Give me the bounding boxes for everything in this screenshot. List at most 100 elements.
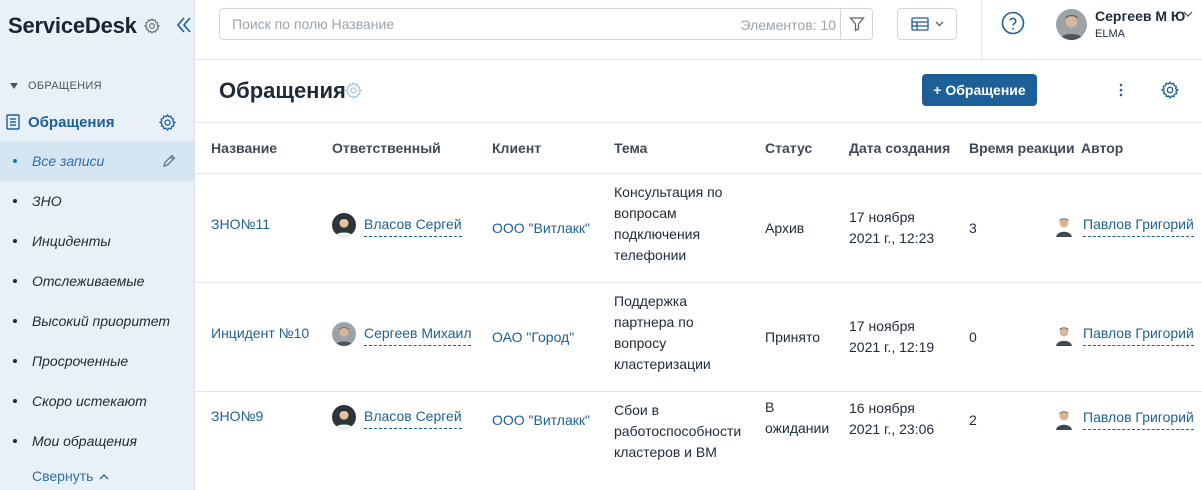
sidebar-item-label: Отслеживаемые bbox=[32, 273, 145, 289]
date-line: 2021 г., 23:06 bbox=[849, 421, 935, 437]
bullet bbox=[13, 239, 17, 243]
sidebar-item-label: Просроченные bbox=[32, 353, 129, 369]
request-name-link[interactable]: ЗНО№9 bbox=[211, 406, 263, 427]
table-header: Название Ответственный Клиент Тема Стату… bbox=[195, 122, 1202, 174]
user-name[interactable]: Сергеев М Ю bbox=[1095, 8, 1185, 24]
author-link[interactable]: Павлов Григорий bbox=[1083, 214, 1194, 237]
double-chevron-left-icon[interactable] bbox=[176, 15, 192, 35]
table-row[interactable]: Инцидент №10 Сергеев Михаил ОАО "Город" … bbox=[195, 283, 1202, 392]
page-title: Обращения bbox=[219, 78, 346, 103]
topic-line: вопросу bbox=[614, 335, 667, 351]
column-header-client[interactable]: Клиент bbox=[492, 140, 541, 156]
gear-icon[interactable] bbox=[1160, 80, 1180, 100]
topic-line: телефонии bbox=[614, 247, 687, 263]
topic-line: партнера по bbox=[614, 314, 694, 330]
bullet bbox=[13, 159, 17, 163]
date-line: 17 ноября bbox=[849, 209, 915, 225]
sidebar-item-all-records[interactable]: Все записи bbox=[0, 141, 194, 181]
avatar bbox=[1056, 411, 1072, 430]
chevron-down-icon bbox=[935, 21, 943, 27]
column-header-author[interactable]: Автор bbox=[1081, 140, 1123, 156]
column-header-reaction[interactable]: Время реакции bbox=[969, 140, 1075, 156]
help-icon[interactable] bbox=[1001, 11, 1025, 35]
table-row[interactable]: ЗНО№11 Власов Сергей ООО "Витлакк" Консу… bbox=[195, 174, 1202, 283]
created-date-cell: 17 ноября 2021 г., 12:23 bbox=[849, 207, 934, 249]
user-org: ELMA bbox=[1095, 28, 1125, 40]
request-name-link[interactable]: Инцидент №10 bbox=[211, 323, 309, 344]
author-link[interactable]: Павлов Григорий bbox=[1083, 407, 1194, 430]
reaction-time: 0 bbox=[969, 329, 977, 345]
topbar: Элементов: 10 Сергеев М Ю ELMA bbox=[195, 0, 1202, 60]
sidebar-item-label: ЗНО bbox=[32, 193, 62, 209]
caret-down-icon bbox=[10, 83, 18, 89]
sidebar-item-my-requests[interactable]: Мои обращения bbox=[0, 421, 194, 461]
brand-title: ServiceDesk bbox=[8, 13, 137, 38]
author-cell: Павлов Григорий bbox=[1053, 407, 1194, 430]
avatar bbox=[1056, 327, 1072, 346]
gear-icon[interactable] bbox=[344, 81, 363, 100]
column-header-status[interactable]: Статус bbox=[765, 140, 812, 156]
status-cell: Архив bbox=[765, 218, 804, 239]
topic-cell: Консультация по вопросам подключения тел… bbox=[614, 182, 722, 266]
collapse-link[interactable]: Свернуть bbox=[32, 468, 109, 484]
sidebar-submenu: Все записи ЗНО Инциденты Отслеживаемые В… bbox=[0, 141, 194, 461]
date-line: 16 ноября bbox=[849, 400, 915, 416]
avatar[interactable] bbox=[1056, 9, 1087, 40]
search-box: Элементов: 10 bbox=[219, 8, 873, 40]
chevron-down-icon[interactable] bbox=[1183, 11, 1193, 18]
assignee-link[interactable]: Сергеев Михаил bbox=[364, 323, 472, 346]
sidebar-item-tracked[interactable]: Отслеживаемые bbox=[0, 261, 194, 301]
bullet bbox=[13, 279, 17, 283]
search-input[interactable] bbox=[232, 16, 652, 32]
bullet bbox=[13, 439, 17, 443]
pencil-icon[interactable] bbox=[162, 154, 176, 168]
author-link[interactable]: Павлов Григорий bbox=[1083, 323, 1194, 346]
author-cell: Павлов Григорий bbox=[1053, 323, 1194, 346]
request-name-link[interactable]: ЗНО№11 bbox=[211, 214, 270, 235]
avatar bbox=[332, 213, 356, 237]
assignee-link[interactable]: Власов Сергей bbox=[364, 214, 462, 237]
client-link[interactable]: ОАО "Город" bbox=[492, 327, 574, 348]
table-row[interactable]: ЗНО№9 Власов Сергей ООО "Витлакк" Сбои в… bbox=[195, 392, 1202, 490]
gear-icon[interactable] bbox=[143, 17, 161, 35]
brand: ServiceDesk bbox=[8, 13, 161, 39]
avatar bbox=[1056, 218, 1072, 237]
bullet bbox=[13, 359, 17, 363]
status-text: Принято bbox=[765, 329, 821, 345]
gear-icon[interactable] bbox=[158, 113, 177, 132]
date-line: 17 ноября bbox=[849, 318, 915, 334]
view-switch-button[interactable] bbox=[897, 8, 957, 40]
client-link[interactable]: ООО "Витлакк" bbox=[492, 410, 590, 431]
column-header-name[interactable]: Название bbox=[211, 140, 277, 156]
topic-line: Поддержка bbox=[614, 293, 688, 309]
client-link[interactable]: ООО "Витлакк" bbox=[492, 218, 590, 239]
filter-button[interactable] bbox=[840, 9, 872, 39]
sidebar-item-service-requests[interactable]: ЗНО bbox=[0, 181, 194, 221]
status-cell: В ожидании bbox=[765, 397, 829, 439]
sidebar-item-label: Высокий приоритет bbox=[32, 313, 171, 329]
assignee-link[interactable]: Власов Сергей bbox=[364, 406, 462, 429]
sidebar-item-expiring-soon[interactable]: Скоро истекают bbox=[0, 381, 194, 421]
bullet bbox=[13, 399, 17, 403]
sidebar-item-overdue[interactable]: Просроченные bbox=[0, 341, 194, 381]
sidebar-item-label: Мои обращения bbox=[32, 433, 138, 449]
topic-line: работоспособности bbox=[614, 423, 742, 439]
section-header[interactable]: ОБРАЩЕНИЯ bbox=[10, 80, 102, 92]
column-header-assignee[interactable]: Ответственный bbox=[332, 140, 441, 156]
sidebar-item-incidents[interactable]: Инциденты bbox=[0, 221, 194, 261]
column-header-topic[interactable]: Тема bbox=[614, 140, 647, 156]
topic-line: Сбои в bbox=[614, 402, 660, 418]
topic-line: кластеров и ВМ bbox=[614, 444, 717, 460]
created-date-cell: 16 ноября 2021 г., 23:06 bbox=[849, 398, 934, 440]
chevron-up-icon bbox=[99, 473, 109, 480]
kebab-icon[interactable] bbox=[1114, 81, 1128, 99]
add-request-button[interactable]: + Обращение bbox=[922, 74, 1037, 106]
sidebar-item-high-priority[interactable]: Высокий приоритет bbox=[0, 301, 194, 341]
sidebar-item-label: Все записи bbox=[32, 153, 105, 169]
sidebar-item-requests[interactable]: Обращения bbox=[0, 103, 194, 141]
sidebar-item-label: Обращения bbox=[28, 114, 115, 131]
date-line: 2021 г., 12:23 bbox=[849, 230, 935, 246]
column-header-created[interactable]: Дата создания bbox=[849, 140, 950, 156]
status-cell: Принято bbox=[765, 327, 820, 348]
collapse-label: Свернуть bbox=[32, 468, 94, 484]
